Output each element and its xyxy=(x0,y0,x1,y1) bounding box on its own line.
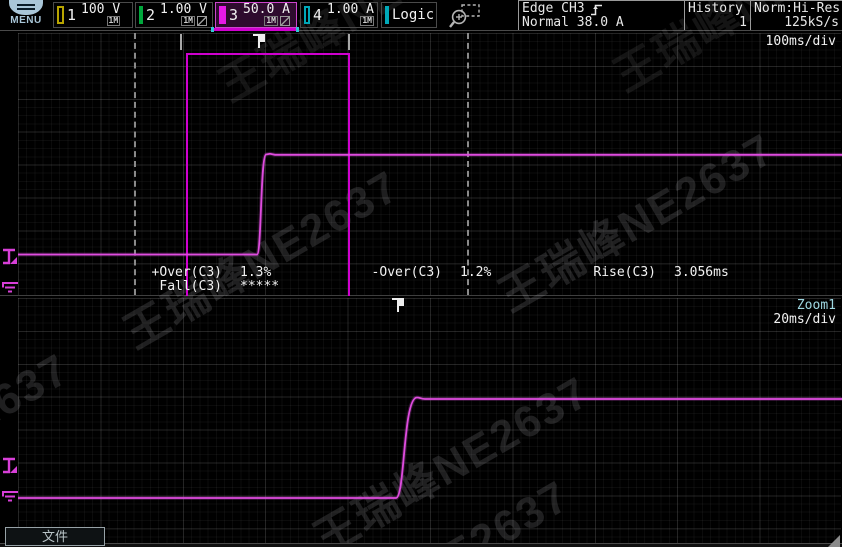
logic-label: Logic xyxy=(392,7,434,23)
acquisition-mode: Norm:Hi-Res xyxy=(754,2,839,16)
channel-2-scale: 1.00 V xyxy=(160,4,207,15)
position-bar-left-cap xyxy=(211,27,214,32)
measurement-pover: +Over(C3) 1.3% xyxy=(128,265,271,280)
channel-4-number: 4 xyxy=(313,6,322,24)
menu-label: MENU xyxy=(4,15,48,26)
impedance-1m-icon: 1M xyxy=(264,16,278,26)
impedance-1m-icon: 1M xyxy=(360,16,374,26)
history-value: 1 xyxy=(688,16,747,30)
impedance-1m-icon: 1M xyxy=(107,16,121,26)
corner-grip-icon xyxy=(828,535,840,547)
measure-gate-cursor-right[interactable] xyxy=(467,33,469,295)
channel-2-number: 2 xyxy=(146,6,155,24)
acquisition-block[interactable]: Norm:Hi-Res 125kS/s xyxy=(750,0,842,30)
channel-3-number: 3 xyxy=(229,6,238,24)
channel-2-block[interactable]: 2 1.00 V 1M xyxy=(135,2,213,28)
channel-2-color-marker xyxy=(139,6,143,24)
channel-1-scale: 100 V xyxy=(81,4,120,15)
channel-3-scale: 50.0 A xyxy=(243,4,290,15)
channel-3-block[interactable]: 3 50.0 A 1M xyxy=(215,2,297,28)
impedance-1m-icon: 1M xyxy=(181,16,195,26)
main-timebase-label: 100ms/div xyxy=(766,34,836,49)
oscilloscope-screen: 王瑞峰NE2637 王瑞峰NE2637 王瑞峰NE2637 王瑞峰NE2637 … xyxy=(0,0,842,547)
zoom1-waveform-window: Zoom1 20ms/div xyxy=(0,295,842,547)
zoom-timebase-label: 20ms/div xyxy=(773,312,836,327)
zoom-region-right-tick xyxy=(348,34,350,50)
magnifier-zoom-icon xyxy=(448,3,482,28)
file-button[interactable]: 文件 xyxy=(5,527,105,546)
rising-edge-icon xyxy=(590,3,603,16)
main-waveform-window: 100ms/div xyxy=(0,30,842,295)
channel-3-ground-marker[interactable] xyxy=(1,277,19,295)
top-toolbar: MENU 1 100 V 1M 2 1.00 V 1M xyxy=(0,0,842,30)
position-bar-right-cap xyxy=(296,27,299,32)
zoom1-label: Zoom1 xyxy=(797,298,836,313)
graticule-grid xyxy=(18,298,841,547)
channel-1-number: 1 xyxy=(67,6,76,24)
measurement-rise: Rise(C3) 3.056ms xyxy=(570,265,729,280)
measurement-nover: -Over(C3) 1.2% xyxy=(348,265,491,280)
logic-color-marker xyxy=(385,6,389,24)
zoom-region-box-left-edge[interactable] xyxy=(186,53,188,296)
trigger-mode-level: Normal 38.0 A xyxy=(522,16,681,30)
trigger-level-marker[interactable] xyxy=(1,248,18,266)
bottom-menubar-edge xyxy=(0,543,842,547)
probe-attenuation-icon xyxy=(280,16,290,26)
channel-4-block[interactable]: 4 1.00 A 1M xyxy=(300,2,378,28)
zoom-trigger-level-marker[interactable] xyxy=(1,457,18,475)
channel-3-color-marker xyxy=(219,6,226,24)
trigger-position-marker[interactable] xyxy=(253,34,267,50)
channel-4-color-marker xyxy=(304,6,310,24)
trigger-source: Edge CH3 xyxy=(522,2,585,16)
sample-rate: 125kS/s xyxy=(754,16,839,30)
history-block[interactable]: History 1 xyxy=(684,0,750,30)
measure-gate-cursor-left[interactable] xyxy=(134,33,136,295)
zoom-region-left-tick xyxy=(180,34,182,50)
channel-1-block[interactable]: 1 100 V 1M xyxy=(53,2,133,28)
memory-position-bar xyxy=(213,28,298,31)
measurement-fall: Fall(C3) ***** xyxy=(128,279,279,294)
graticule-grid xyxy=(18,33,841,295)
zoom-channel-3-ground-marker[interactable] xyxy=(1,486,19,504)
channel-4-scale: 1.00 A xyxy=(327,4,374,15)
zoom-trigger-position-marker[interactable] xyxy=(392,298,406,314)
history-label: History xyxy=(688,2,747,16)
hamburger-icon xyxy=(9,0,43,15)
menu-button[interactable]: MENU xyxy=(4,0,48,30)
channel-1-color-marker xyxy=(57,6,64,24)
probe-attenuation-icon xyxy=(197,16,207,26)
zoom-region-box-right-edge[interactable] xyxy=(348,53,350,296)
zoom-region-box-top xyxy=(186,53,350,55)
zoom-search-button[interactable] xyxy=(448,3,482,28)
trigger-settings-block[interactable]: Edge CH3 Normal 38.0 A xyxy=(518,0,684,30)
logic-channel-block[interactable]: Logic xyxy=(381,2,437,28)
